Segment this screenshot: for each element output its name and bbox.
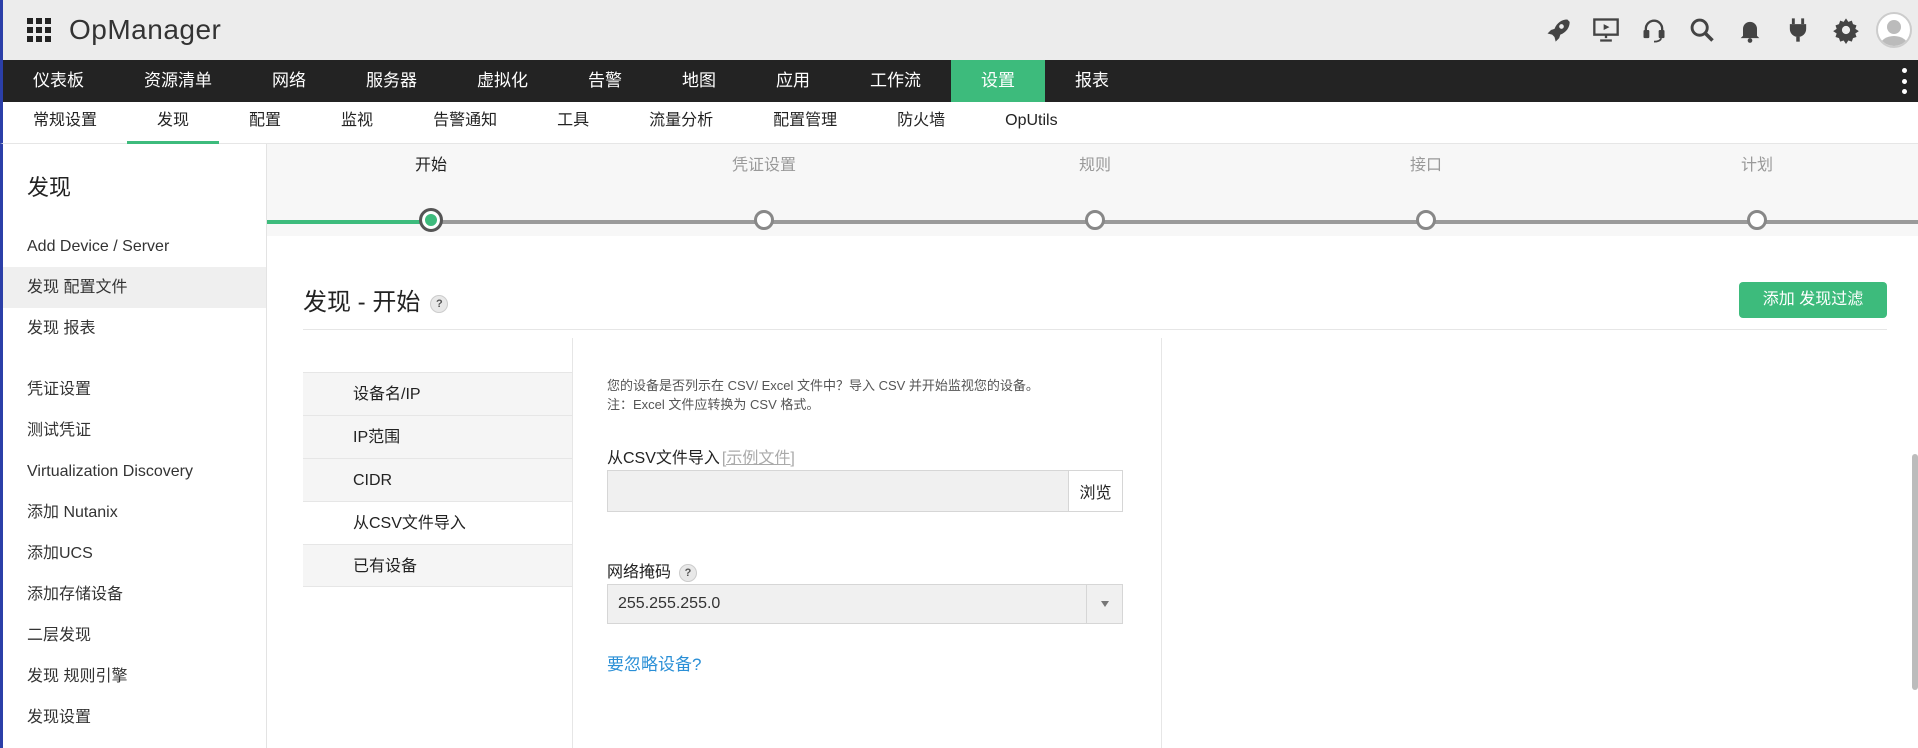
sidebar-item-virtualization-discovery[interactable]: Virtualization Discovery — [3, 451, 266, 492]
method-cidr[interactable]: CIDR — [303, 458, 572, 501]
method-device-name-ip[interactable]: 设备名/IP — [303, 372, 572, 415]
sidebar-item-discovery-settings[interactable]: 发现设置 — [3, 697, 266, 738]
step-label: 接口 — [1409, 157, 1442, 174]
csv-description-line1: 您的设备是否列示在 CSV/ Excel 文件中？导入 CSV 并开始监视您的设… — [607, 378, 1039, 393]
main-nav-maps[interactable]: 地图 — [652, 60, 746, 102]
csv-file-input[interactable] — [608, 471, 1068, 511]
main-nav-inventory[interactable]: 资源清单 — [114, 60, 242, 102]
step-start[interactable]: 开始 — [371, 144, 491, 232]
rocket-icon[interactable] — [1534, 0, 1582, 60]
main-nav-dashboard[interactable]: 仪表板 — [3, 60, 114, 102]
step-label: 计划 — [1740, 157, 1773, 174]
method-csv-import[interactable]: 从CSV文件导入 — [303, 501, 572, 544]
wizard-stepper: 开始 凭证设置 规则 接口 计划 — [267, 144, 1918, 236]
main-content: 开始 凭证设置 规则 接口 计划 发现 - 开始? 添加 发现过滤 设备名/IP… — [266, 144, 1918, 748]
csv-description: 您的设备是否列示在 CSV/ Excel 文件中？导入 CSV 并开始监视您的设… — [607, 376, 1123, 414]
step-dot — [419, 208, 443, 232]
presentation-icon[interactable] — [1582, 0, 1630, 60]
sidebar-item-add-device[interactable]: Add Device / Server — [3, 226, 266, 267]
sub-nav-firewall[interactable]: 防火墙 — [867, 102, 975, 144]
divider — [572, 338, 573, 748]
sidebar-item-add-storage[interactable]: 添加存储设备 — [3, 574, 266, 615]
sidebar-item-add-ucs[interactable]: 添加UCS — [3, 533, 266, 574]
step-dot — [1747, 210, 1767, 230]
step-label: 开始 — [414, 157, 447, 174]
netmask-value: 255.255.255.0 — [618, 595, 721, 612]
bell-icon[interactable] — [1726, 0, 1774, 60]
main-nav-network[interactable]: 网络 — [242, 60, 336, 102]
step-rules[interactable]: 规则 — [1035, 144, 1155, 230]
vertical-scrollbar[interactable] — [1912, 454, 1918, 690]
step-dot — [754, 210, 774, 230]
chevron-down-icon[interactable] — [1086, 585, 1122, 623]
add-discovery-filter-button[interactable]: 添加 发现过滤 — [1739, 282, 1887, 318]
ignore-devices-link[interactable]: 要忽略设备? — [607, 650, 1123, 675]
user-avatar-icon[interactable] — [1876, 12, 1912, 48]
sub-nav-tools[interactable]: 工具 — [527, 102, 619, 144]
sidebar-title: 发现 — [27, 175, 72, 200]
divider — [1161, 338, 1162, 748]
sub-nav: 常规设置 发现 配置 监视 告警通知 工具 流量分析 配置管理 防火墙 OpUt… — [0, 102, 1918, 144]
more-menu-icon[interactable] — [1902, 68, 1908, 94]
step-dot — [1416, 210, 1436, 230]
app-title[interactable]: OpManager — [69, 14, 221, 46]
sub-nav-config-management[interactable]: 配置管理 — [743, 102, 867, 144]
sub-nav-monitoring[interactable]: 监视 — [311, 102, 403, 144]
sample-file-link[interactable]: [示例文件] — [722, 450, 795, 467]
browse-button[interactable]: 浏览 — [1068, 471, 1122, 511]
main-nav: 仪表板 资源清单 网络 服务器 虚拟化 告警 地图 应用 工作流 设置 报表 — [0, 60, 1918, 102]
headset-icon[interactable] — [1630, 0, 1678, 60]
sidebar: 发现 Add Device / Server 发现 配置文件 发现 报表 凭证设… — [0, 144, 266, 748]
csv-field-label: 从CSV文件导入 [示例文件] — [607, 444, 1123, 467]
gear-icon[interactable] — [1822, 0, 1870, 60]
sidebar-item-credentials[interactable]: 凭证设置 — [3, 369, 266, 410]
sub-nav-oputils[interactable]: OpUtils — [975, 102, 1087, 144]
plug-icon[interactable] — [1774, 0, 1822, 60]
app-grid-icon[interactable] — [25, 16, 53, 44]
step-label: 凭证设置 — [731, 157, 796, 174]
main-nav-settings[interactable]: 设置 — [951, 60, 1045, 102]
discovery-method-list: 设备名/IP IP范围 CIDR 从CSV文件导入 已有设备 — [303, 372, 572, 587]
main-nav-virtualization[interactable]: 虚拟化 — [447, 60, 558, 102]
sub-nav-general[interactable]: 常规设置 — [3, 102, 127, 144]
sidebar-item-rule-engine[interactable]: 发现 规则引擎 — [3, 656, 266, 697]
main-nav-servers[interactable]: 服务器 — [336, 60, 447, 102]
sidebar-item-discovery-report[interactable]: 发现 报表 — [3, 308, 266, 349]
step-schedule[interactable]: 计划 — [1697, 144, 1817, 230]
page-header: 发现 - 开始? 添加 发现过滤 — [303, 270, 1887, 330]
header-icons — [1534, 0, 1918, 60]
step-credentials[interactable]: 凭证设置 — [704, 144, 824, 230]
netmask-select[interactable]: 255.255.255.0 — [607, 584, 1123, 624]
page-title-text: 发现 - 开始 — [303, 289, 421, 316]
sidebar-item-layer2-discovery[interactable]: 二层发现 — [3, 615, 266, 656]
sidebar-item-add-nutanix[interactable]: 添加 Nutanix — [3, 492, 266, 533]
method-existing-devices[interactable]: 已有设备 — [303, 544, 572, 587]
main-nav-alarms[interactable]: 告警 — [558, 60, 652, 102]
sub-nav-flow-analysis[interactable]: 流量分析 — [619, 102, 743, 144]
csv-file-picker: 浏览 — [607, 470, 1123, 512]
netmask-label-text: 网络掩码 — [607, 564, 672, 581]
sidebar-item-discovery-profiles[interactable]: 发现 配置文件 — [3, 267, 266, 308]
search-icon[interactable] — [1678, 0, 1726, 60]
page-title: 发现 - 开始? — [303, 282, 449, 317]
main-nav-apps[interactable]: 应用 — [746, 60, 840, 102]
sub-nav-configuration[interactable]: 配置 — [219, 102, 311, 144]
help-icon[interactable]: ? — [430, 295, 449, 313]
method-ip-range[interactable]: IP范围 — [303, 415, 572, 458]
sub-nav-discovery[interactable]: 发现 — [127, 102, 220, 144]
sidebar-item-test-credentials[interactable]: 测试凭证 — [3, 410, 266, 451]
csv-label-text: 从CSV文件导入 — [607, 450, 720, 467]
main-nav-reports[interactable]: 报表 — [1045, 60, 1139, 102]
csv-description-line2: 注：Excel 文件应转换为 CSV 格式。 — [607, 397, 820, 412]
sub-nav-notifications[interactable]: 告警通知 — [403, 102, 527, 144]
top-header: OpManager — [0, 0, 1918, 60]
netmask-field-label: 网络掩码? — [607, 558, 1123, 582]
main-nav-workflow[interactable]: 工作流 — [840, 60, 951, 102]
help-icon[interactable]: ? — [679, 564, 698, 582]
step-dot — [1085, 210, 1105, 230]
step-label: 规则 — [1078, 157, 1111, 174]
step-interfaces[interactable]: 接口 — [1366, 144, 1486, 230]
csv-import-form: 您的设备是否列示在 CSV/ Excel 文件中？导入 CSV 并开始监视您的设… — [607, 376, 1123, 675]
